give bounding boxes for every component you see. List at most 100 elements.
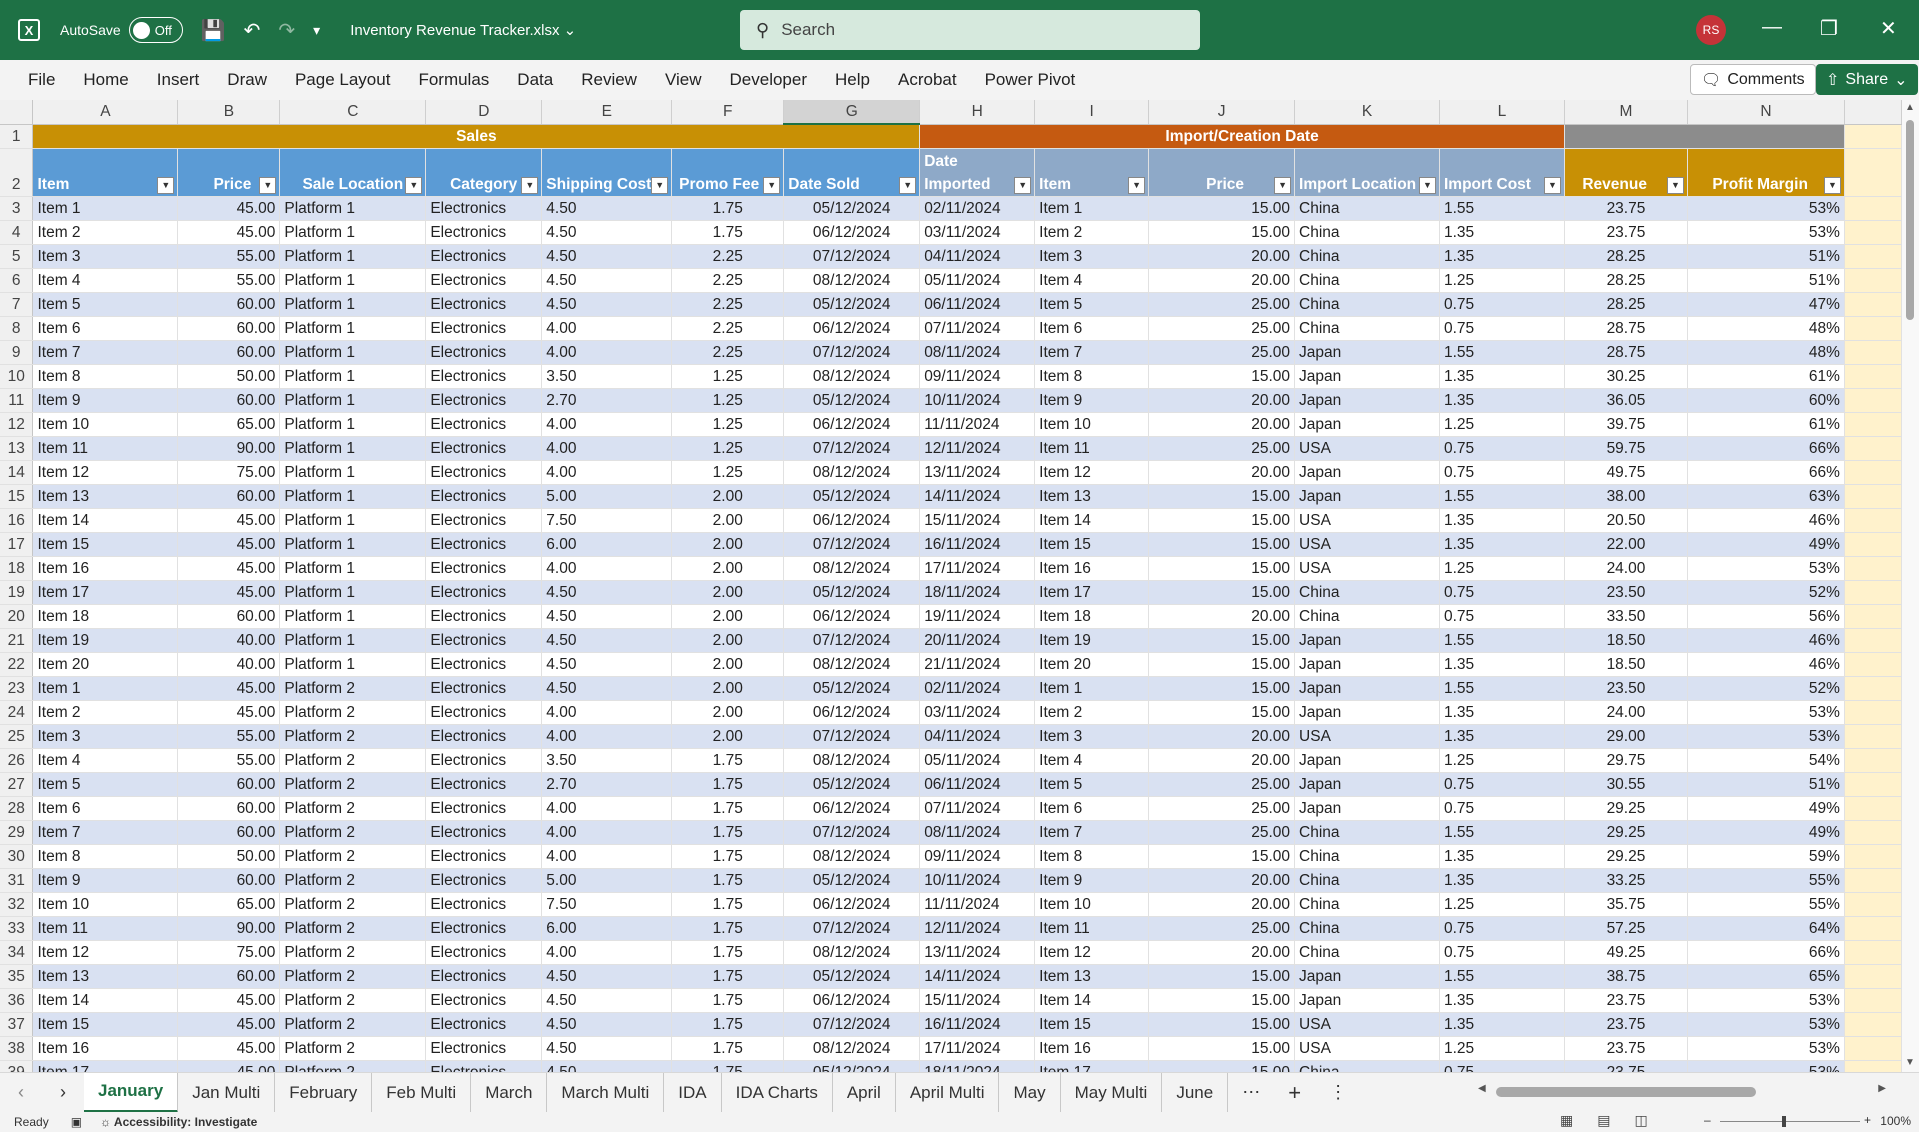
price-cell[interactable]: 55.00 bbox=[177, 268, 281, 293]
item-cell[interactable]: Item 14 bbox=[32, 988, 179, 1013]
sheet-tab[interactable]: Jan Multi bbox=[178, 1072, 276, 1113]
extra-cell[interactable] bbox=[1844, 964, 1902, 989]
sale-location-cell[interactable]: Platform 2 bbox=[279, 988, 427, 1013]
avatar[interactable]: RS bbox=[1696, 15, 1726, 45]
sale-location-cell[interactable]: Platform 1 bbox=[279, 220, 427, 245]
column-header[interactable]: N bbox=[1687, 100, 1845, 125]
import-price-cell[interactable]: 15.00 bbox=[1148, 652, 1296, 677]
item-cell[interactable]: Item 10 bbox=[32, 412, 179, 437]
date-imported-cell[interactable]: 05/11/2024 bbox=[919, 268, 1036, 293]
header-promo-fee[interactable]: Promo Fee ▼ bbox=[671, 148, 785, 197]
category-cell[interactable]: Electronics bbox=[425, 748, 543, 773]
category-cell[interactable]: Electronics bbox=[425, 388, 543, 413]
date-imported-cell[interactable]: 17/11/2024 bbox=[919, 1036, 1036, 1061]
date-imported-cell[interactable]: 10/11/2024 bbox=[919, 388, 1036, 413]
import-price-cell[interactable]: 25.00 bbox=[1148, 292, 1296, 317]
column-header[interactable]: G bbox=[783, 100, 921, 125]
extra-cell[interactable] bbox=[1844, 196, 1902, 221]
import-price-cell[interactable]: 15.00 bbox=[1148, 508, 1296, 533]
row-header[interactable]: 19 bbox=[0, 580, 34, 605]
revenue-cell[interactable]: 28.75 bbox=[1564, 340, 1688, 365]
price-cell[interactable]: 65.00 bbox=[177, 412, 281, 437]
import-price-cell[interactable]: 20.00 bbox=[1148, 724, 1296, 749]
import-location-cell[interactable]: China bbox=[1294, 868, 1440, 893]
price-cell[interactable]: 45.00 bbox=[177, 580, 281, 605]
promo-fee-cell[interactable]: 1.75 bbox=[671, 892, 785, 917]
sale-location-cell[interactable]: Platform 2 bbox=[279, 964, 427, 989]
import-price-cell[interactable]: 15.00 bbox=[1148, 196, 1296, 221]
promo-fee-cell[interactable]: 1.25 bbox=[671, 412, 785, 437]
row-header[interactable]: 8 bbox=[0, 316, 34, 341]
extra-cell[interactable] bbox=[1844, 604, 1902, 629]
zoom-level[interactable]: 100% bbox=[1880, 1114, 1911, 1128]
revenue-cell[interactable]: 18.50 bbox=[1564, 652, 1688, 677]
sale-location-cell[interactable]: Platform 2 bbox=[279, 1012, 427, 1037]
column-header-extra[interactable] bbox=[1844, 100, 1902, 125]
column-header[interactable]: J bbox=[1148, 100, 1296, 125]
import-item-cell[interactable]: Item 16 bbox=[1034, 1036, 1150, 1061]
page-break-view-icon[interactable]: ◫ bbox=[1634, 1112, 1671, 1128]
item-cell[interactable]: Item 17 bbox=[32, 1060, 179, 1072]
import-item-cell[interactable]: Item 4 bbox=[1034, 748, 1150, 773]
zoom-in-icon[interactable]: + bbox=[1864, 1113, 1871, 1127]
revenue-cell[interactable]: 28.25 bbox=[1564, 244, 1688, 269]
shipping-cost-cell[interactable]: 6.00 bbox=[541, 532, 673, 557]
import-price-cell[interactable]: 15.00 bbox=[1148, 1036, 1296, 1061]
extra-cell[interactable] bbox=[1844, 868, 1902, 893]
import-price-cell[interactable]: 25.00 bbox=[1148, 916, 1296, 941]
date-sold-cell[interactable]: 08/12/2024 bbox=[783, 1036, 921, 1061]
import-location-cell[interactable]: Japan bbox=[1294, 652, 1440, 677]
revenue-cell[interactable]: 49.75 bbox=[1564, 460, 1688, 485]
sale-location-cell[interactable]: Platform 2 bbox=[279, 916, 427, 941]
extra-cell[interactable] bbox=[1844, 124, 1902, 149]
zoom-slider[interactable] bbox=[1720, 1121, 1860, 1122]
row-header[interactable]: 7 bbox=[0, 292, 34, 317]
extra-cell[interactable] bbox=[1844, 340, 1902, 365]
horizontal-scrollbar-thumb[interactable] bbox=[1496, 1087, 1756, 1097]
row-header[interactable]: 35 bbox=[0, 964, 34, 989]
row-header[interactable]: 30 bbox=[0, 844, 34, 869]
price-cell[interactable]: 60.00 bbox=[177, 604, 281, 629]
filter-dropdown-icon[interactable]: ▼ bbox=[521, 177, 539, 194]
import-cost-cell[interactable]: 1.35 bbox=[1439, 724, 1565, 749]
sale-location-cell[interactable]: Platform 1 bbox=[279, 268, 427, 293]
item-cell[interactable]: Item 10 bbox=[32, 892, 179, 917]
sheet-tab[interactable]: May Multi bbox=[1061, 1072, 1163, 1113]
scroll-down-icon[interactable]: ▼ bbox=[1905, 1057, 1915, 1068]
category-cell[interactable]: Electronics bbox=[425, 820, 543, 845]
item-cell[interactable]: Item 11 bbox=[32, 916, 179, 941]
import-cost-cell[interactable]: 1.25 bbox=[1439, 556, 1565, 581]
import-location-cell[interactable]: China bbox=[1294, 916, 1440, 941]
import-location-cell[interactable]: USA bbox=[1294, 1012, 1440, 1037]
import-cost-cell[interactable]: 1.55 bbox=[1439, 628, 1565, 653]
import-group-header[interactable]: Import/Creation Date bbox=[919, 124, 1565, 149]
revenue-cell[interactable]: 23.75 bbox=[1564, 1060, 1688, 1072]
import-item-cell[interactable]: Item 12 bbox=[1034, 460, 1150, 485]
category-cell[interactable]: Electronics bbox=[425, 508, 543, 533]
import-item-cell[interactable]: Item 6 bbox=[1034, 316, 1150, 341]
date-sold-cell[interactable]: 08/12/2024 bbox=[783, 844, 921, 869]
date-imported-cell[interactable]: 05/11/2024 bbox=[919, 748, 1036, 773]
item-cell[interactable]: Item 7 bbox=[32, 820, 179, 845]
date-imported-cell[interactable]: 18/11/2024 bbox=[919, 580, 1036, 605]
filter-dropdown-icon[interactable]: ▼ bbox=[1419, 177, 1436, 194]
import-price-cell[interactable]: 20.00 bbox=[1148, 868, 1296, 893]
ribbon-tab-developer[interactable]: Developer bbox=[730, 70, 808, 90]
promo-fee-cell[interactable]: 2.00 bbox=[671, 628, 785, 653]
category-cell[interactable]: Electronics bbox=[425, 340, 543, 365]
shipping-cost-cell[interactable]: 4.50 bbox=[541, 652, 673, 677]
import-item-cell[interactable]: Item 7 bbox=[1034, 340, 1150, 365]
import-item-cell[interactable]: Item 16 bbox=[1034, 556, 1150, 581]
shipping-cost-cell[interactable]: 5.00 bbox=[541, 868, 673, 893]
promo-fee-cell[interactable]: 1.75 bbox=[671, 1012, 785, 1037]
revenue-cell[interactable]: 23.50 bbox=[1564, 580, 1688, 605]
import-location-cell[interactable]: Japan bbox=[1294, 676, 1440, 701]
header-import-price[interactable]: Price ▼ bbox=[1148, 148, 1296, 197]
shipping-cost-cell[interactable]: 4.50 bbox=[541, 1060, 673, 1072]
import-price-cell[interactable]: 15.00 bbox=[1148, 628, 1296, 653]
import-cost-cell[interactable]: 0.75 bbox=[1439, 1060, 1565, 1072]
sale-location-cell[interactable]: Platform 1 bbox=[279, 388, 427, 413]
shipping-cost-cell[interactable]: 4.00 bbox=[541, 316, 673, 341]
item-cell[interactable]: Item 6 bbox=[32, 796, 179, 821]
import-price-cell[interactable]: 15.00 bbox=[1148, 580, 1296, 605]
